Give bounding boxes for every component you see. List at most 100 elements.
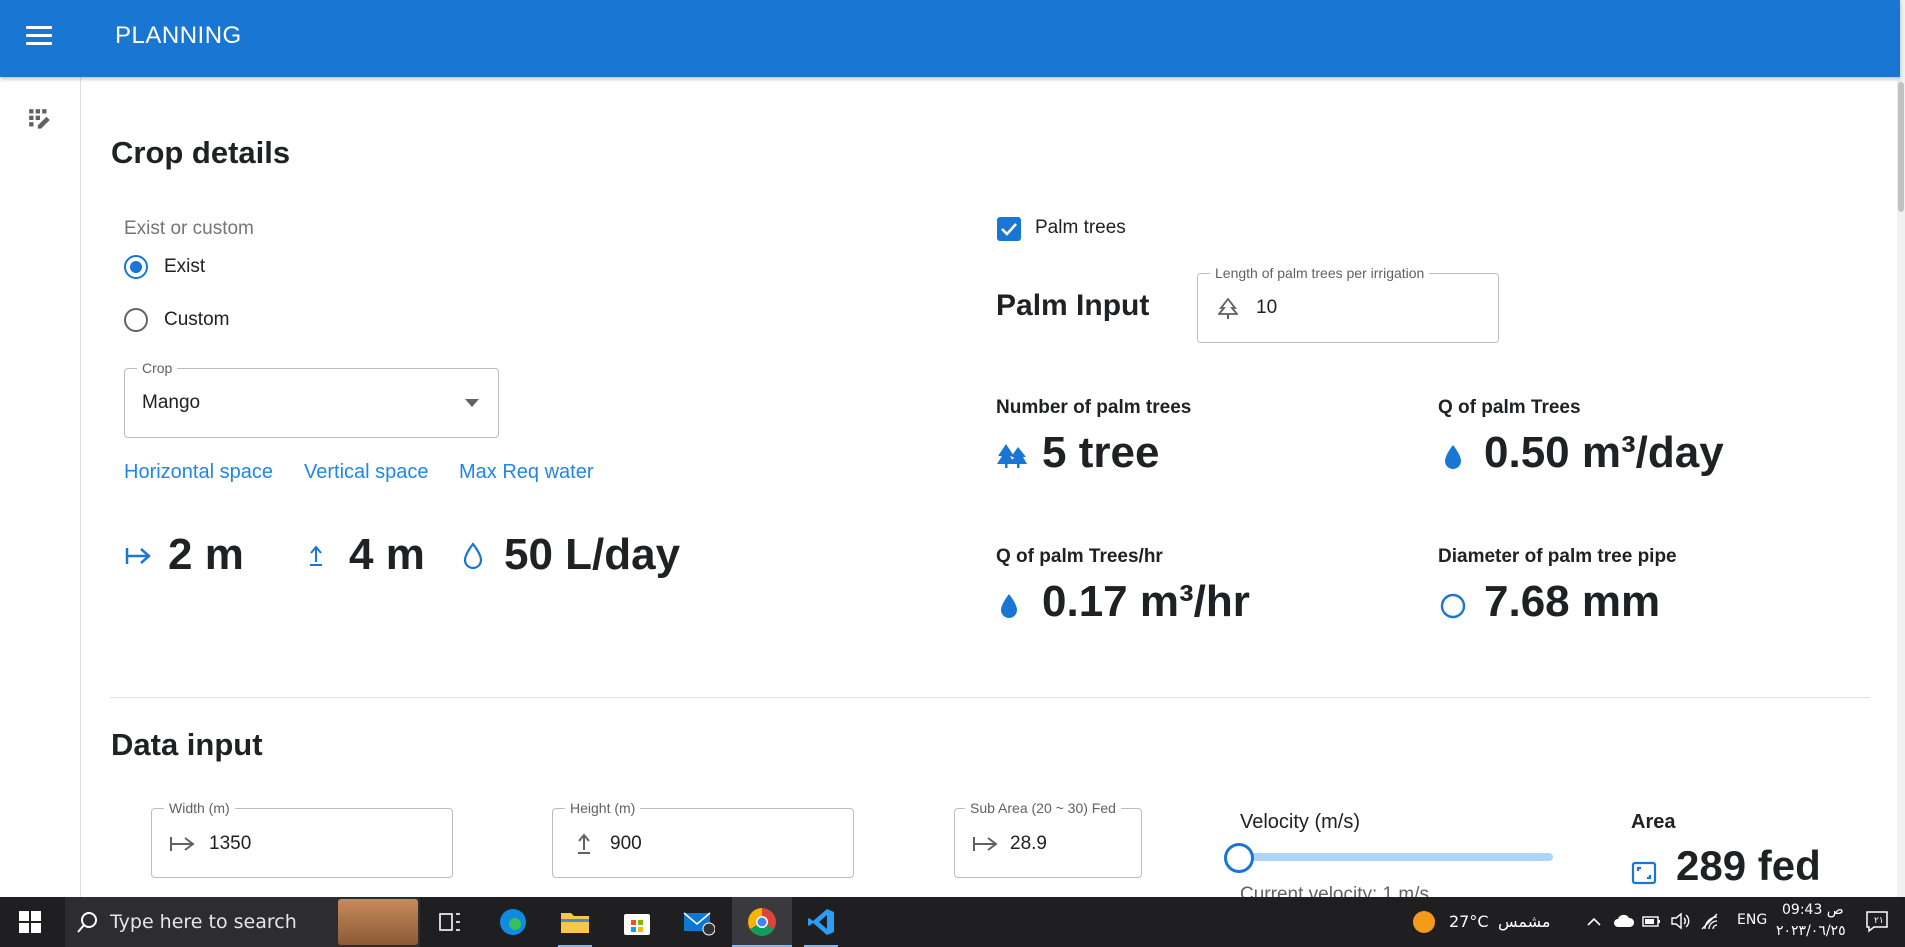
app-bar: PLANNING bbox=[0, 0, 1900, 77]
file-explorer-button[interactable] bbox=[552, 897, 598, 947]
task-view-button[interactable] bbox=[430, 897, 470, 947]
onedrive-cloud-icon[interactable] bbox=[1613, 913, 1635, 929]
sun-icon bbox=[1413, 911, 1435, 933]
palm-trees-label[interactable]: Palm trees bbox=[1035, 217, 1126, 239]
store-icon bbox=[624, 914, 650, 935]
windows-taskbar: Type here to search 27°C مشمس ENG 09:43 bbox=[0, 897, 1905, 947]
exist-or-custom-label: Exist or custom bbox=[124, 218, 254, 239]
radio-exist-label: Exist bbox=[164, 256, 206, 277]
scrollbar-thumb[interactable] bbox=[1898, 82, 1904, 212]
velocity-slider-track[interactable] bbox=[1239, 853, 1553, 861]
max-req-water-link[interactable]: Max Req water bbox=[459, 461, 594, 484]
chrome-button[interactable] bbox=[732, 897, 792, 947]
radio-checked-icon bbox=[124, 255, 148, 279]
chevron-up-icon[interactable] bbox=[1587, 917, 1601, 926]
start-button[interactable] bbox=[0, 897, 60, 947]
horizontal-space-link[interactable]: Horizontal space bbox=[124, 461, 273, 484]
current-velocity-text: Current velocity: 1 m/s bbox=[1240, 884, 1429, 897]
diameter-palm-pipe-label: Diameter of palm tree pipe bbox=[1438, 546, 1677, 567]
width-input[interactable]: Width (m) 1350 bbox=[151, 800, 453, 878]
area-label: Area bbox=[1631, 811, 1676, 833]
number-palm-trees-value: 5 tree bbox=[1042, 428, 1160, 477]
windows-logo-icon bbox=[19, 911, 41, 933]
radio-unchecked-icon bbox=[124, 308, 148, 332]
ms-store-button[interactable] bbox=[614, 897, 660, 947]
area-value: 289 fed bbox=[1676, 842, 1821, 889]
data-input-heading: Data input bbox=[111, 727, 263, 762]
diameter-palm-pipe-value: 7.68 mm bbox=[1484, 577, 1661, 626]
vscode-button[interactable] bbox=[798, 897, 844, 947]
edge-browser-button[interactable] bbox=[490, 897, 536, 947]
q-palm-trees-hr-label: Q of palm Trees/hr bbox=[996, 546, 1163, 567]
radio-custom-label: Custom bbox=[164, 309, 230, 330]
vscode-icon bbox=[808, 909, 834, 935]
chrome-icon bbox=[748, 908, 776, 936]
number-palm-trees-label: Number of palm trees bbox=[996, 397, 1192, 418]
check-icon bbox=[1001, 223, 1017, 236]
weather-icon[interactable] bbox=[1410, 897, 1438, 947]
palm-trees-checkbox[interactable] bbox=[997, 217, 1021, 241]
search-icon bbox=[77, 912, 97, 933]
max-req-water-value: 50 L/day bbox=[504, 530, 681, 579]
mail-icon bbox=[683, 912, 715, 936]
side-navigation bbox=[0, 77, 81, 897]
folder-icon bbox=[561, 913, 589, 933]
arrow-right-bar-icon bbox=[125, 548, 151, 564]
battery-icon[interactable] bbox=[1642, 913, 1662, 929]
width-legend: Width (m) bbox=[164, 800, 235, 816]
subarea-legend: Sub Area (20 ~ 30) Fed bbox=[965, 800, 1121, 816]
height-input[interactable]: Height (m) 900 bbox=[552, 800, 854, 878]
clock-time[interactable]: 09:43 ص bbox=[1782, 902, 1844, 918]
palm-length-input[interactable]: Length of palm trees per irrigation 10 bbox=[1197, 265, 1499, 343]
q-palm-trees-value: 0.50 m³/day bbox=[1484, 428, 1724, 477]
vertical-space-link[interactable]: Vertical space bbox=[304, 461, 429, 484]
water-drop-outline-icon bbox=[463, 542, 483, 570]
crop-select-value: Mango bbox=[142, 392, 201, 413]
water-drop-icon bbox=[1445, 445, 1461, 469]
q-palm-trees-label: Q of palm Trees bbox=[1438, 397, 1581, 418]
main-content: Crop details Exist or custom Exist Custo… bbox=[82, 77, 1897, 897]
speaker-icon[interactable] bbox=[1670, 912, 1692, 930]
wifi-icon[interactable] bbox=[1701, 913, 1721, 931]
radio-exist[interactable]: Exist bbox=[124, 255, 205, 279]
arrow-up-bar-icon bbox=[578, 833, 590, 854]
search-highlight-image bbox=[338, 899, 418, 945]
hamburger-menu-icon[interactable] bbox=[26, 26, 52, 48]
edit-grid-icon[interactable] bbox=[27, 107, 53, 133]
page-title: PLANNING bbox=[115, 22, 242, 49]
horizontal-space-value: 2 m bbox=[168, 530, 244, 579]
crop-select-legend: Crop bbox=[137, 360, 178, 376]
page-scrollbar[interactable] bbox=[1897, 0, 1905, 897]
section-divider bbox=[110, 697, 1870, 698]
arrow-right-bar-icon bbox=[973, 837, 998, 851]
language-indicator[interactable]: ENG bbox=[1737, 912, 1767, 928]
weather-text: مشمس bbox=[1498, 912, 1551, 931]
taskbar-search-placeholder: Type here to search bbox=[110, 911, 297, 933]
q-palm-trees-hr-value: 0.17 m³/hr bbox=[1042, 577, 1250, 626]
subarea-value: 28.9 bbox=[1010, 833, 1047, 854]
palm-length-legend: Length of palm trees per irrigation bbox=[1210, 265, 1430, 281]
chevron-down-icon bbox=[465, 399, 479, 407]
velocity-label: Velocity (m/s) bbox=[1240, 811, 1361, 833]
edge-browser-icon bbox=[500, 909, 526, 935]
tree-outline-icon bbox=[1218, 298, 1238, 319]
water-drop-icon bbox=[1001, 594, 1017, 618]
clock-date[interactable]: ٢٠٢٣/٠٦/٢٥ bbox=[1776, 923, 1846, 939]
subarea-input[interactable]: Sub Area (20 ~ 30) Fed 28.9 bbox=[954, 800, 1142, 878]
width-value: 1350 bbox=[209, 833, 252, 854]
palm-length-value: 10 bbox=[1256, 297, 1278, 318]
arrow-right-bar-icon bbox=[170, 837, 195, 851]
notification-center-button[interactable]: ٢١ bbox=[1865, 909, 1889, 933]
crop-select[interactable]: Crop Mango bbox=[124, 360, 499, 438]
vertical-space-value: 4 m bbox=[349, 530, 425, 579]
height-value: 900 bbox=[610, 833, 642, 854]
taskbar-search-box[interactable]: Type here to search bbox=[65, 897, 420, 947]
velocity-slider-thumb[interactable] bbox=[1224, 843, 1254, 873]
trees-icon bbox=[997, 444, 1027, 468]
crop-details-heading: Crop details bbox=[111, 135, 291, 170]
mail-button[interactable] bbox=[676, 897, 722, 947]
weather-temperature: 27°C bbox=[1449, 912, 1489, 931]
radio-custom[interactable]: Custom bbox=[124, 308, 229, 332]
palm-input-heading: Palm Input bbox=[996, 289, 1150, 322]
arrow-up-bar-icon bbox=[310, 545, 322, 566]
